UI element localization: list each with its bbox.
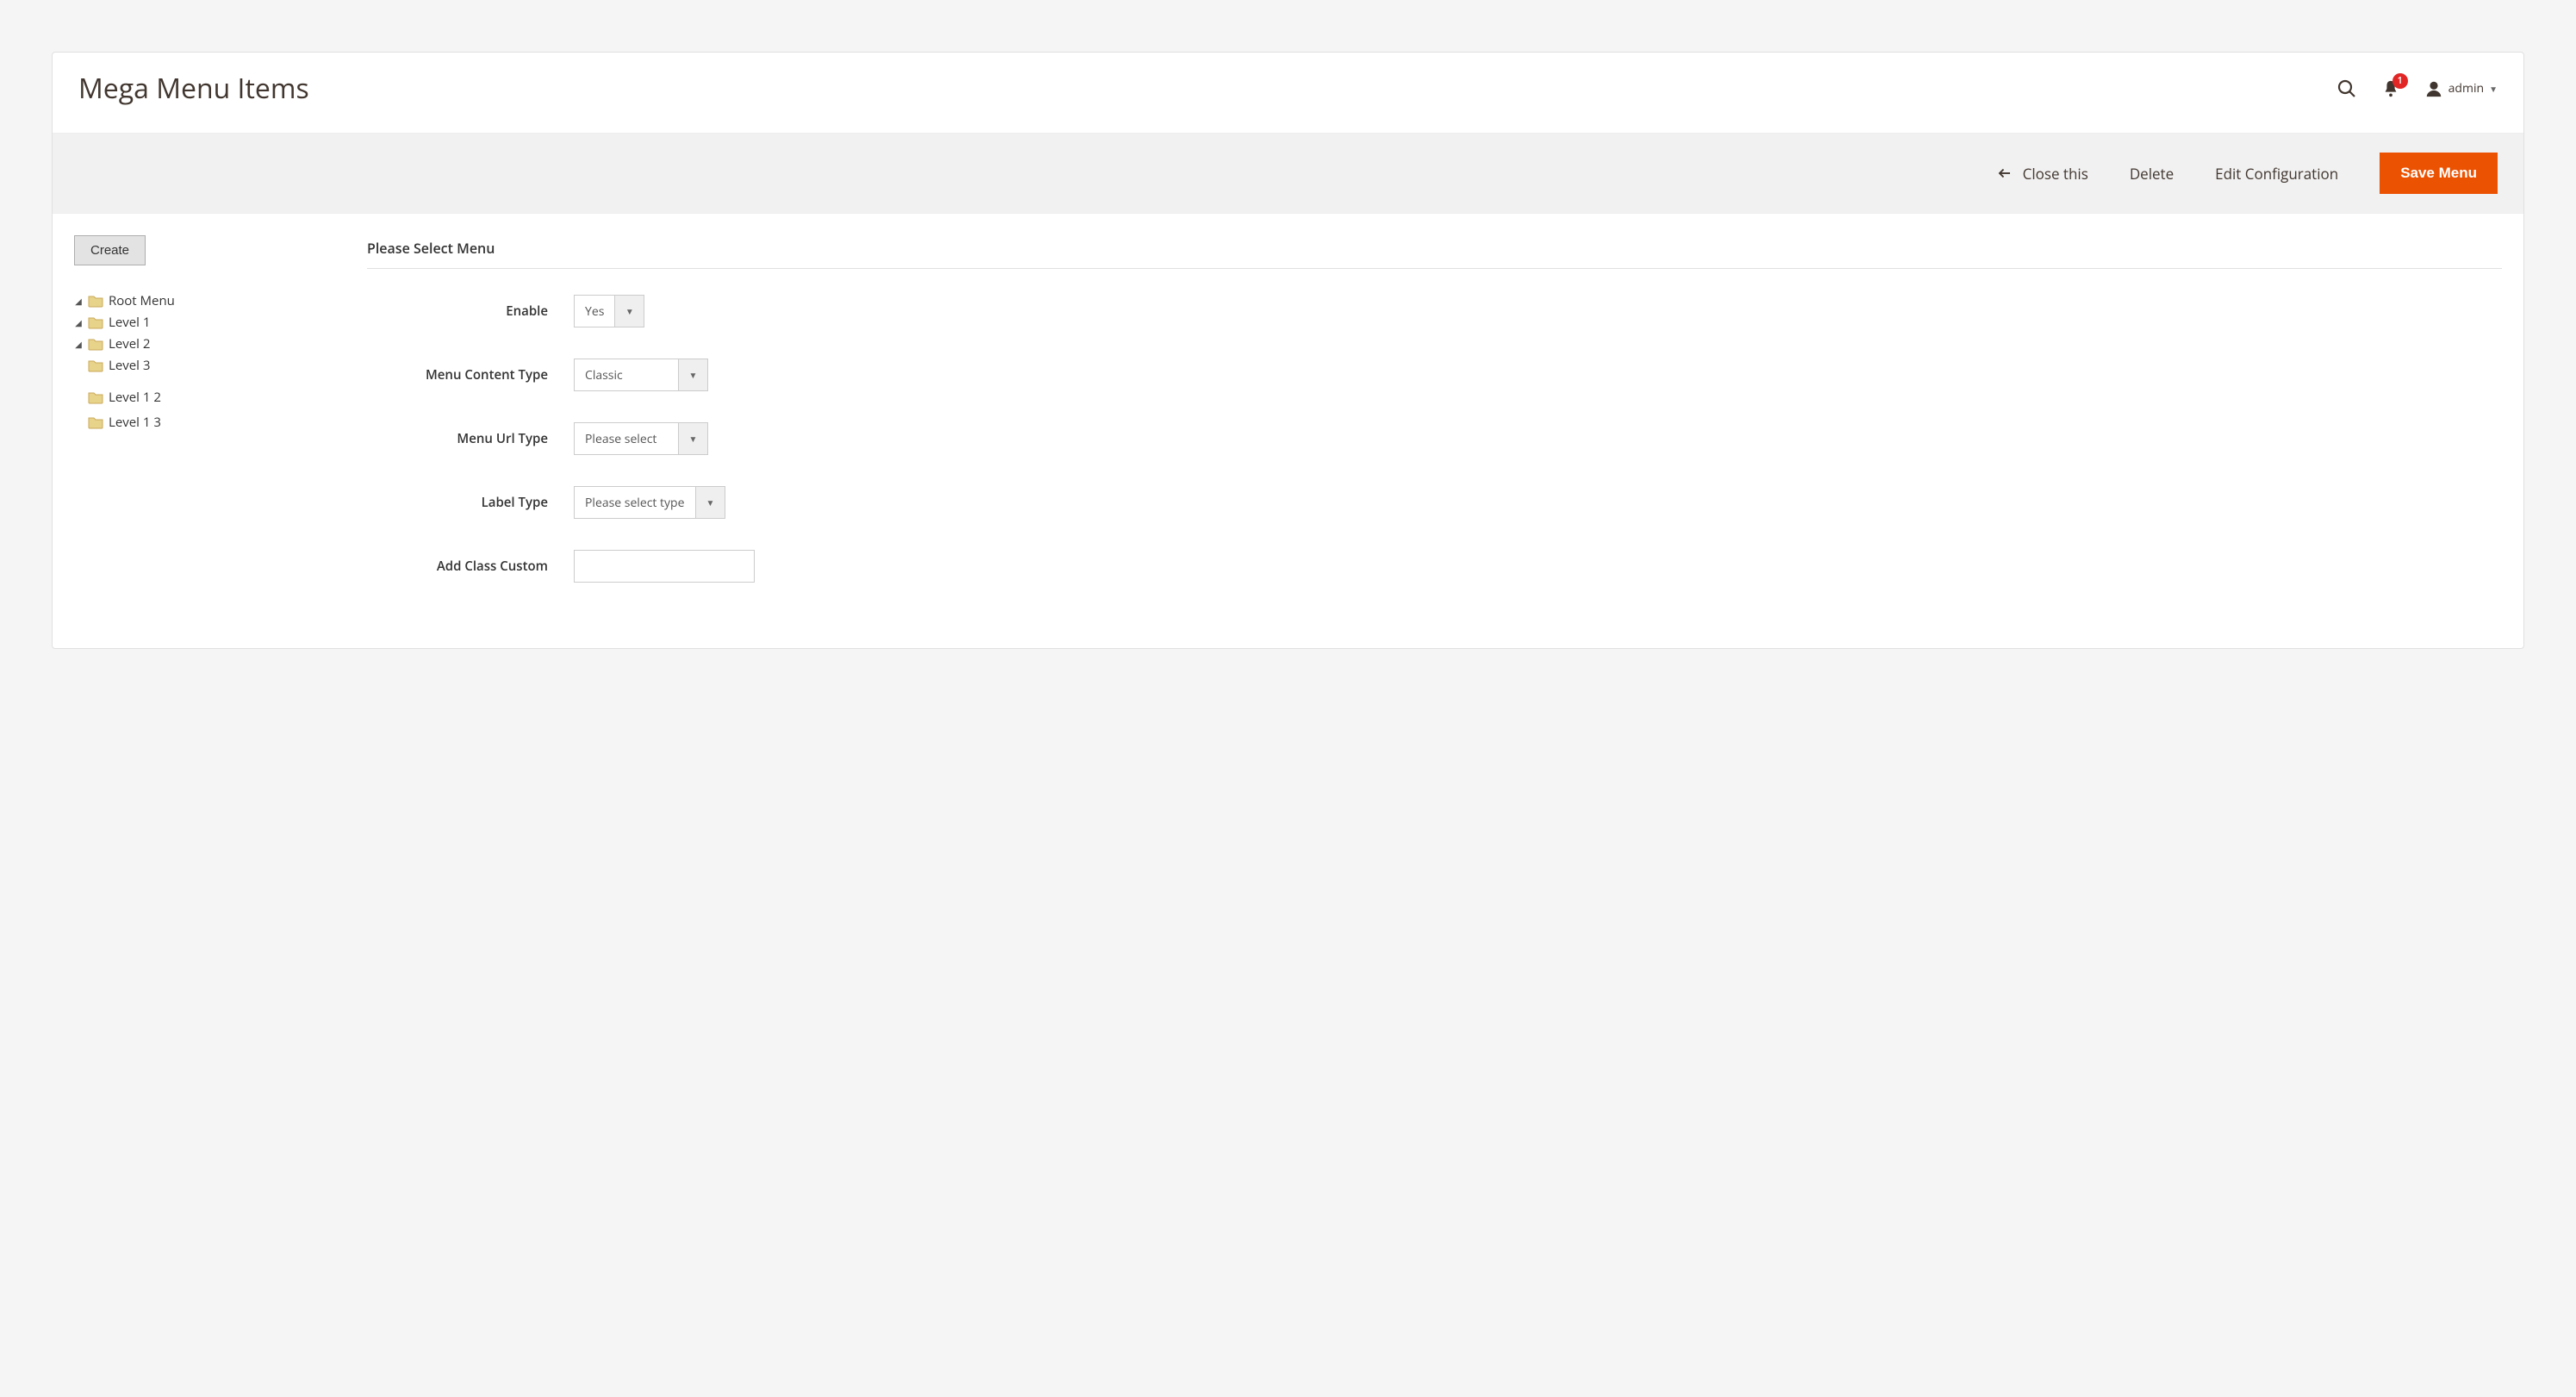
folder-icon — [88, 315, 103, 329]
caret-down-icon: ▼ — [2489, 83, 2498, 95]
action-toolbar: Close this Delete Edit Configuration Sav… — [53, 133, 2523, 214]
sidebar: Create ◢ Root Menu — [74, 235, 341, 438]
close-this-button[interactable]: Close this — [1997, 164, 2088, 184]
tree-toggle-icon[interactable]: ◢ — [74, 338, 83, 350]
tree-toggle-icon[interactable]: ◢ — [74, 316, 83, 328]
form-area: Please Select Menu Enable Yes ▼ Menu Con… — [341, 235, 2502, 614]
chevron-down-icon: ▼ — [678, 359, 707, 390]
menu-content-type-select[interactable]: Classic ▼ — [574, 359, 708, 391]
form-label: Add Class Custom — [367, 558, 574, 575]
field-menu-content-type: Menu Content Type Classic ▼ — [367, 359, 2502, 391]
arrow-left-icon — [1997, 165, 2013, 181]
folder-icon — [88, 415, 103, 429]
header-actions: 1 admin ▼ — [2336, 78, 2498, 99]
form-label: Label Type — [367, 494, 574, 511]
tree-toggle-icon[interactable]: ◢ — [74, 295, 83, 307]
menu-url-type-select[interactable]: Please select ▼ — [574, 422, 708, 455]
menu-tree: ◢ Root Menu ◢ — [74, 288, 341, 438]
tree-item-root-menu[interactable]: ◢ Root Menu — [74, 292, 175, 309]
edit-configuration-button[interactable]: Edit Configuration — [2215, 164, 2338, 184]
tree-item-level-1-2[interactable]: ◢ Level 1 2 — [74, 389, 161, 406]
form-label: Menu Url Type — [367, 430, 574, 447]
folder-icon — [88, 390, 103, 404]
field-label-type: Label Type Please select type ▼ — [367, 486, 2502, 519]
search-icon[interactable] — [2336, 78, 2357, 99]
field-add-class-custom: Add Class Custom — [367, 550, 2502, 583]
admin-user-label: admin — [2448, 80, 2484, 97]
add-class-custom-input[interactable] — [574, 550, 755, 583]
create-button[interactable]: Create — [74, 235, 146, 265]
close-this-label: Close this — [2023, 164, 2088, 184]
tree-item-level-3[interactable]: ◢ Level 3 — [74, 357, 150, 374]
page-title: Mega Menu Items — [78, 70, 2336, 107]
folder-icon — [88, 337, 103, 351]
admin-user-menu[interactable]: admin ▼ — [2424, 79, 2498, 98]
field-enable: Enable Yes ▼ — [367, 295, 2502, 327]
delete-button[interactable]: Delete — [2130, 164, 2174, 184]
content-body: Create ◢ Root Menu — [53, 214, 2523, 648]
chevron-down-icon: ▼ — [614, 296, 644, 327]
tree-item-level-2[interactable]: ◢ Level 2 — [74, 335, 150, 352]
form-label: Menu Content Type — [367, 366, 574, 384]
notification-badge: 1 — [2392, 73, 2408, 89]
chevron-down-icon: ▼ — [695, 487, 725, 518]
folder-icon — [88, 359, 103, 372]
field-menu-url-type: Menu Url Type Please select ▼ — [367, 422, 2502, 455]
label-type-select[interactable]: Please select type ▼ — [574, 486, 725, 519]
form-label: Enable — [367, 302, 574, 320]
save-menu-button[interactable]: Save Menu — [2380, 153, 2498, 194]
chevron-down-icon: ▼ — [678, 423, 707, 454]
user-icon — [2424, 79, 2443, 98]
enable-select[interactable]: Yes ▼ — [574, 295, 644, 327]
tree-item-level-1[interactable]: ◢ Level 1 — [74, 314, 150, 331]
notifications-icon[interactable]: 1 — [2381, 79, 2400, 98]
tree-item-level-1-3[interactable]: ◢ Level 1 3 — [74, 414, 161, 431]
admin-panel: Mega Menu Items 1 admin ▼ — [52, 52, 2524, 649]
folder-icon — [88, 294, 103, 308]
page-header: Mega Menu Items 1 admin ▼ — [53, 53, 2523, 133]
section-title: Please Select Menu — [367, 239, 2502, 269]
